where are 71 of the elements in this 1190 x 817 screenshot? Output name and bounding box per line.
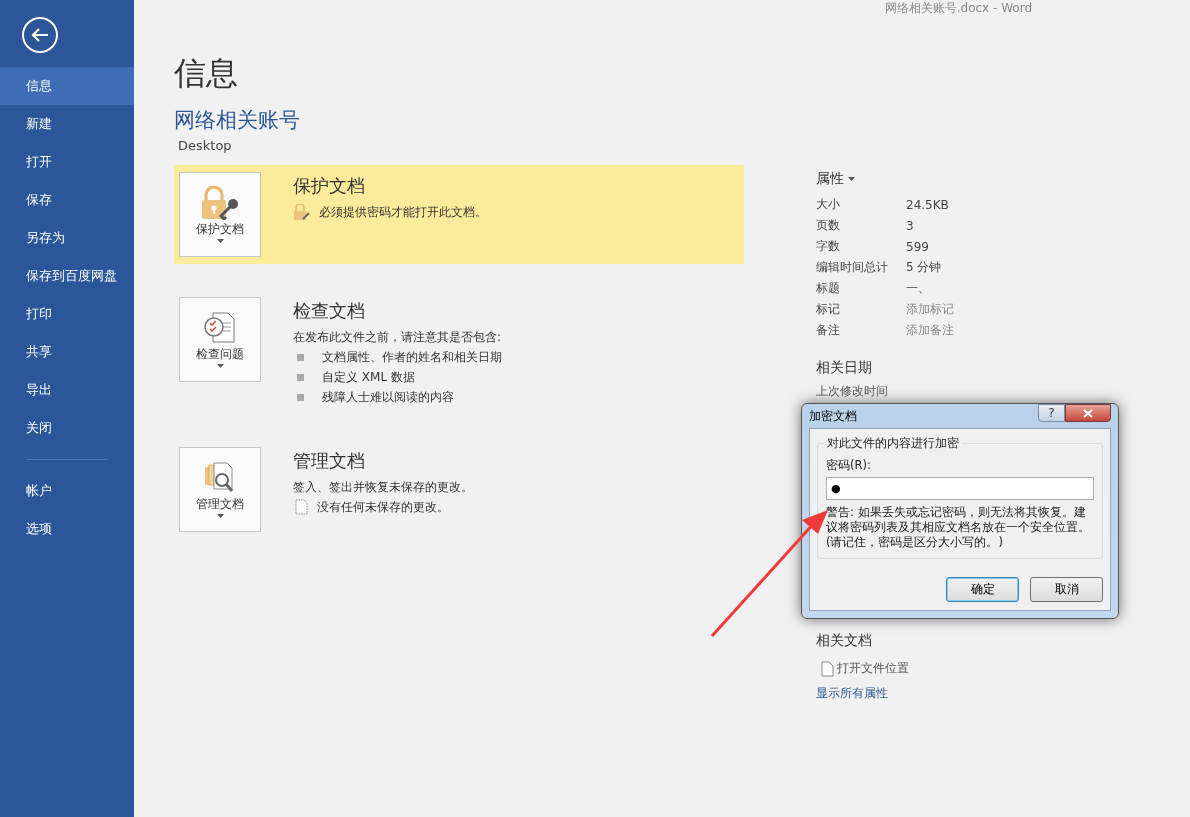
section-text: 自定义 XML 数据: [322, 368, 415, 386]
section-text: 在发布此文件之前，请注意其是否包含:: [293, 328, 502, 346]
sidebar-item[interactable]: 导出: [0, 371, 134, 409]
section-title: 保护文档: [293, 174, 366, 198]
related-docs-heading: 相关文档: [816, 632, 872, 650]
sidebar-item[interactable]: 信息: [0, 67, 134, 105]
lock-key-icon: [200, 186, 240, 220]
property-label: 大小: [816, 196, 841, 213]
back-button[interactable]: [22, 17, 58, 53]
page-heading: 信息: [174, 53, 239, 94]
property-value: 599: [906, 239, 929, 254]
section-title: 检查文档: [293, 299, 366, 323]
group-label: 对此文件的内容进行加密: [824, 436, 962, 451]
lock-key-icon: [293, 204, 311, 220]
close-button[interactable]: [1065, 404, 1111, 422]
sidebar-item[interactable]: 保存到百度网盘: [0, 257, 134, 295]
document-icon: [293, 499, 309, 515]
section-text: 残障人士难以阅读的内容: [322, 388, 454, 406]
property-value: 一、: [906, 280, 930, 297]
property-label: 备注: [816, 322, 841, 339]
warning-text: 警告: 如果丢失或忘记密码，则无法将其恢复。建议将密码列表及其相应文档名放在一个安全位置。(请记住，密码是区分大小写的。): [826, 505, 1091, 550]
sidebar-item[interactable]: 帐户: [0, 472, 134, 510]
dialog-title: 加密文档: [809, 407, 857, 425]
sidebar-item[interactable]: 另存为: [0, 219, 134, 257]
dialog-button[interactable]: 确定: [946, 577, 1019, 602]
help-button[interactable]: ?: [1038, 404, 1065, 422]
caret-icon: [848, 177, 855, 181]
show-all-properties-link[interactable]: 显示所有属性: [816, 685, 1116, 702]
bullet-icon: [297, 393, 304, 401]
section-text: 文档属性、作者的姓名和相关日期: [322, 348, 502, 366]
property-value: 5 分钟: [906, 259, 942, 276]
document-name: 网络相关账号: [174, 107, 301, 134]
open-location-link[interactable]: 打开文件位置: [837, 660, 909, 677]
dates-heading: 相关日期: [816, 359, 872, 377]
section-button[interactable]: 检查问题: [179, 297, 261, 382]
document-icon: [821, 660, 834, 677]
window-title: 网络相关账号.docx - Word: [884, 0, 1032, 17]
properties-heading[interactable]: 属性: [816, 170, 844, 188]
back-arrow-icon: [31, 28, 49, 42]
close-icon: [1083, 408, 1093, 418]
property-label: 编辑时间总计: [816, 259, 889, 276]
date-label: 上次修改时间: [816, 383, 889, 400]
sidebar-item[interactable]: 打印: [0, 295, 134, 333]
section-text: 签入、签出并恢复未保存的更改。: [293, 478, 473, 496]
sidebar-item[interactable]: 新建: [0, 105, 134, 143]
checklist-document-icon: [203, 311, 237, 345]
property-label: 字数: [816, 238, 841, 255]
password-field[interactable]: ●: [826, 477, 1094, 500]
bullet-icon: [297, 353, 304, 361]
section-text: 必须提供密码才能打开此文档。: [319, 203, 487, 221]
property-label: 页数: [816, 217, 841, 234]
password-label: 密码(R):: [826, 458, 872, 473]
section-button[interactable]: 管理文档: [179, 447, 261, 532]
property-value: 24.5KB: [906, 197, 949, 212]
section-button[interactable]: 保护文档: [179, 172, 261, 257]
property-value: 3: [906, 218, 914, 233]
dialog-button[interactable]: 取消: [1030, 577, 1103, 602]
caret-icon: [216, 239, 224, 243]
sidebar-item[interactable]: 选项: [0, 510, 134, 548]
caret-icon: [216, 364, 224, 368]
section-title: 管理文档: [293, 449, 366, 473]
document-location: Desktop: [178, 138, 233, 153]
caret-icon: [216, 514, 224, 518]
bullet-icon: [297, 373, 304, 381]
section-text: 没有任何未保存的更改。: [317, 498, 449, 516]
sidebar-item[interactable]: 打开: [0, 143, 134, 181]
sidebar-item[interactable]: 关闭: [0, 409, 134, 447]
property-label: 标记: [816, 301, 841, 318]
sidebar-item[interactable]: 保存: [0, 181, 134, 219]
property-label: 标题: [816, 280, 841, 297]
sidebar-item[interactable]: 共享: [0, 333, 134, 371]
